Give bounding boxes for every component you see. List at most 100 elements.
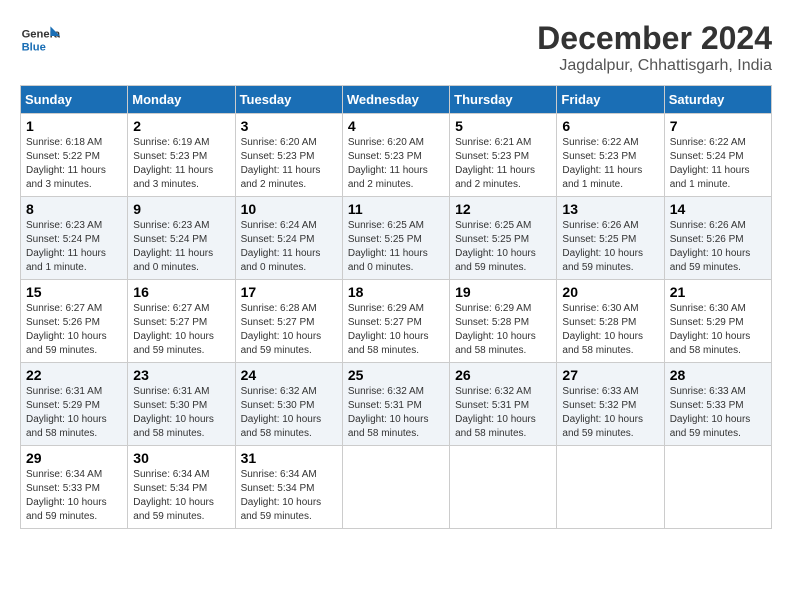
day-number-27: 27 xyxy=(562,367,658,383)
day-number-31: 31 xyxy=(241,450,337,466)
day-number-26: 26 xyxy=(455,367,551,383)
col-wednesday: Wednesday xyxy=(342,86,449,114)
calendar-day-13: 13 Sunrise: 6:26 AM Sunset: 5:25 PM Dayl… xyxy=(557,197,664,280)
day-number-28: 28 xyxy=(670,367,766,383)
calendar-day-27: 27 Sunrise: 6:33 AM Sunset: 5:32 PM Dayl… xyxy=(557,363,664,446)
calendar-day-19: 19 Sunrise: 6:29 AM Sunset: 5:28 PM Dayl… xyxy=(450,280,557,363)
day-number-22: 22 xyxy=(26,367,122,383)
calendar-day-15: 15 Sunrise: 6:27 AM Sunset: 5:26 PM Dayl… xyxy=(21,280,128,363)
calendar-day-2: 2 Sunrise: 6:19 AM Sunset: 5:23 PM Dayli… xyxy=(128,114,235,197)
calendar-week-3: 15 Sunrise: 6:27 AM Sunset: 5:26 PM Dayl… xyxy=(21,280,772,363)
day-info-11: Sunrise: 6:25 AM Sunset: 5:25 PM Dayligh… xyxy=(348,219,444,275)
day-info-2: Sunrise: 6:19 AM Sunset: 5:23 PM Dayligh… xyxy=(133,136,229,192)
day-number-10: 10 xyxy=(241,201,337,217)
day-number-20: 20 xyxy=(562,284,658,300)
col-friday: Friday xyxy=(557,86,664,114)
day-info-18: Sunrise: 6:29 AM Sunset: 5:27 PM Dayligh… xyxy=(348,302,444,358)
logo-icon: General Blue xyxy=(20,20,60,60)
day-info-16: Sunrise: 6:27 AM Sunset: 5:27 PM Dayligh… xyxy=(133,302,229,358)
col-saturday: Saturday xyxy=(664,86,771,114)
calendar-day-20: 20 Sunrise: 6:30 AM Sunset: 5:28 PM Dayl… xyxy=(557,280,664,363)
calendar-day-11: 11 Sunrise: 6:25 AM Sunset: 5:25 PM Dayl… xyxy=(342,197,449,280)
calendar-header-row: Sunday Monday Tuesday Wednesday Thursday… xyxy=(21,86,772,114)
day-number-13: 13 xyxy=(562,201,658,217)
day-info-23: Sunrise: 6:31 AM Sunset: 5:30 PM Dayligh… xyxy=(133,385,229,441)
day-info-17: Sunrise: 6:28 AM Sunset: 5:27 PM Dayligh… xyxy=(241,302,337,358)
day-info-25: Sunrise: 6:32 AM Sunset: 5:31 PM Dayligh… xyxy=(348,385,444,441)
day-number-16: 16 xyxy=(133,284,229,300)
day-number-29: 29 xyxy=(26,450,122,466)
day-number-1: 1 xyxy=(26,118,122,134)
day-info-13: Sunrise: 6:26 AM Sunset: 5:25 PM Dayligh… xyxy=(562,219,658,275)
day-number-24: 24 xyxy=(241,367,337,383)
day-info-5: Sunrise: 6:21 AM Sunset: 5:23 PM Dayligh… xyxy=(455,136,551,192)
calendar-day-23: 23 Sunrise: 6:31 AM Sunset: 5:30 PM Dayl… xyxy=(128,363,235,446)
day-info-27: Sunrise: 6:33 AM Sunset: 5:32 PM Dayligh… xyxy=(562,385,658,441)
calendar-day-10: 10 Sunrise: 6:24 AM Sunset: 5:24 PM Dayl… xyxy=(235,197,342,280)
calendar-day-5: 5 Sunrise: 6:21 AM Sunset: 5:23 PM Dayli… xyxy=(450,114,557,197)
month-year-title: December 2024 xyxy=(537,20,772,57)
calendar-day-21: 21 Sunrise: 6:30 AM Sunset: 5:29 PM Dayl… xyxy=(664,280,771,363)
day-number-14: 14 xyxy=(670,201,766,217)
title-section: December 2024 Jagdalpur, Chhattisgarh, I… xyxy=(537,20,772,75)
calendar-day-8: 8 Sunrise: 6:23 AM Sunset: 5:24 PM Dayli… xyxy=(21,197,128,280)
day-number-30: 30 xyxy=(133,450,229,466)
calendar-week-4: 22 Sunrise: 6:31 AM Sunset: 5:29 PM Dayl… xyxy=(21,363,772,446)
calendar-day-1: 1 Sunrise: 6:18 AM Sunset: 5:22 PM Dayli… xyxy=(21,114,128,197)
calendar-day-31: 31 Sunrise: 6:34 AM Sunset: 5:34 PM Dayl… xyxy=(235,446,342,529)
day-number-15: 15 xyxy=(26,284,122,300)
day-info-28: Sunrise: 6:33 AM Sunset: 5:33 PM Dayligh… xyxy=(670,385,766,441)
calendar-table: Sunday Monday Tuesday Wednesday Thursday… xyxy=(20,85,772,529)
calendar-day-29: 29 Sunrise: 6:34 AM Sunset: 5:33 PM Dayl… xyxy=(21,446,128,529)
day-info-31: Sunrise: 6:34 AM Sunset: 5:34 PM Dayligh… xyxy=(241,468,337,524)
calendar-week-2: 8 Sunrise: 6:23 AM Sunset: 5:24 PM Dayli… xyxy=(21,197,772,280)
day-info-3: Sunrise: 6:20 AM Sunset: 5:23 PM Dayligh… xyxy=(241,136,337,192)
calendar-day-28: 28 Sunrise: 6:33 AM Sunset: 5:33 PM Dayl… xyxy=(664,363,771,446)
day-info-12: Sunrise: 6:25 AM Sunset: 5:25 PM Dayligh… xyxy=(455,219,551,275)
day-number-2: 2 xyxy=(133,118,229,134)
day-info-1: Sunrise: 6:18 AM Sunset: 5:22 PM Dayligh… xyxy=(26,136,122,192)
day-info-8: Sunrise: 6:23 AM Sunset: 5:24 PM Dayligh… xyxy=(26,219,122,275)
calendar-day-14: 14 Sunrise: 6:26 AM Sunset: 5:26 PM Dayl… xyxy=(664,197,771,280)
day-number-17: 17 xyxy=(241,284,337,300)
empty-cell xyxy=(342,446,449,529)
calendar-day-18: 18 Sunrise: 6:29 AM Sunset: 5:27 PM Dayl… xyxy=(342,280,449,363)
calendar-day-17: 17 Sunrise: 6:28 AM Sunset: 5:27 PM Dayl… xyxy=(235,280,342,363)
col-thursday: Thursday xyxy=(450,86,557,114)
day-number-7: 7 xyxy=(670,118,766,134)
calendar-week-5: 29 Sunrise: 6:34 AM Sunset: 5:33 PM Dayl… xyxy=(21,446,772,529)
location-subtitle: Jagdalpur, Chhattisgarh, India xyxy=(537,57,772,75)
calendar-day-26: 26 Sunrise: 6:32 AM Sunset: 5:31 PM Dayl… xyxy=(450,363,557,446)
calendar-day-22: 22 Sunrise: 6:31 AM Sunset: 5:29 PM Dayl… xyxy=(21,363,128,446)
calendar-day-7: 7 Sunrise: 6:22 AM Sunset: 5:24 PM Dayli… xyxy=(664,114,771,197)
calendar-day-6: 6 Sunrise: 6:22 AM Sunset: 5:23 PM Dayli… xyxy=(557,114,664,197)
day-number-5: 5 xyxy=(455,118,551,134)
day-number-11: 11 xyxy=(348,201,444,217)
day-number-21: 21 xyxy=(670,284,766,300)
day-number-4: 4 xyxy=(348,118,444,134)
day-info-20: Sunrise: 6:30 AM Sunset: 5:28 PM Dayligh… xyxy=(562,302,658,358)
day-number-12: 12 xyxy=(455,201,551,217)
calendar-day-24: 24 Sunrise: 6:32 AM Sunset: 5:30 PM Dayl… xyxy=(235,363,342,446)
day-info-4: Sunrise: 6:20 AM Sunset: 5:23 PM Dayligh… xyxy=(348,136,444,192)
col-monday: Monday xyxy=(128,86,235,114)
svg-text:Blue: Blue xyxy=(22,41,46,53)
calendar-day-12: 12 Sunrise: 6:25 AM Sunset: 5:25 PM Dayl… xyxy=(450,197,557,280)
day-info-22: Sunrise: 6:31 AM Sunset: 5:29 PM Dayligh… xyxy=(26,385,122,441)
day-info-21: Sunrise: 6:30 AM Sunset: 5:29 PM Dayligh… xyxy=(670,302,766,358)
day-info-19: Sunrise: 6:29 AM Sunset: 5:28 PM Dayligh… xyxy=(455,302,551,358)
day-info-9: Sunrise: 6:23 AM Sunset: 5:24 PM Dayligh… xyxy=(133,219,229,275)
col-tuesday: Tuesday xyxy=(235,86,342,114)
day-number-18: 18 xyxy=(348,284,444,300)
day-number-19: 19 xyxy=(455,284,551,300)
calendar-day-25: 25 Sunrise: 6:32 AM Sunset: 5:31 PM Dayl… xyxy=(342,363,449,446)
day-info-24: Sunrise: 6:32 AM Sunset: 5:30 PM Dayligh… xyxy=(241,385,337,441)
calendar-day-30: 30 Sunrise: 6:34 AM Sunset: 5:34 PM Dayl… xyxy=(128,446,235,529)
day-info-30: Sunrise: 6:34 AM Sunset: 5:34 PM Dayligh… xyxy=(133,468,229,524)
day-info-15: Sunrise: 6:27 AM Sunset: 5:26 PM Dayligh… xyxy=(26,302,122,358)
day-info-7: Sunrise: 6:22 AM Sunset: 5:24 PM Dayligh… xyxy=(670,136,766,192)
day-info-6: Sunrise: 6:22 AM Sunset: 5:23 PM Dayligh… xyxy=(562,136,658,192)
day-info-14: Sunrise: 6:26 AM Sunset: 5:26 PM Dayligh… xyxy=(670,219,766,275)
day-number-23: 23 xyxy=(133,367,229,383)
day-number-25: 25 xyxy=(348,367,444,383)
